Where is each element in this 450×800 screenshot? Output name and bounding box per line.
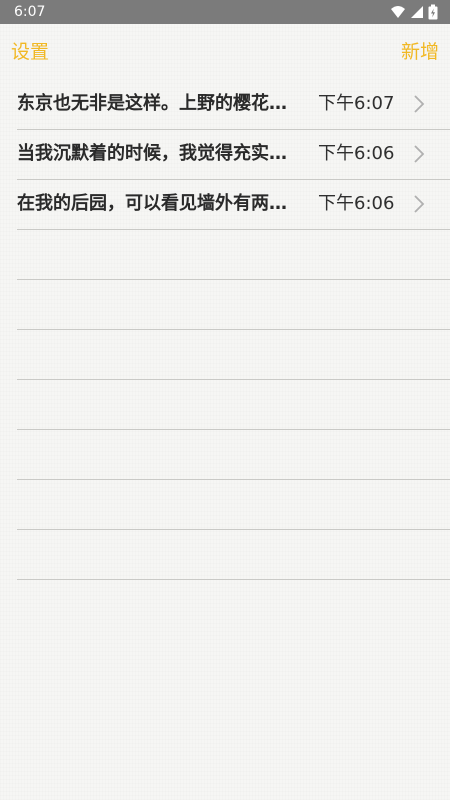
cellular-signal-icon: [410, 4, 424, 20]
empty-ruled-line: [17, 430, 450, 480]
wifi-icon: [390, 4, 406, 20]
note-row[interactable]: 在我的后园，可以看见墙外有两株树 下午6:06: [17, 180, 450, 230]
note-title: 在我的后园，可以看见墙外有两株树: [17, 193, 302, 214]
note-row[interactable]: 东京也无非是这样。上野的樱花烂熳的时节下午6:07: [17, 80, 450, 130]
note-list: 东京也无非是这样。上野的樱花烂熳的时节下午6:07当我沉默着的时候，我觉得充实；…: [17, 80, 450, 580]
note-row[interactable]: 当我沉默着的时候，我觉得充实；我将开口下午6:06: [17, 130, 450, 180]
settings-button[interactable]: 设置: [11, 40, 49, 64]
add-note-button[interactable]: 新增: [401, 40, 439, 64]
empty-ruled-line: [17, 480, 450, 530]
status-icons: [390, 4, 438, 20]
status-bar: 6:07: [0, 0, 450, 24]
status-time: 6:07: [14, 4, 46, 20]
empty-ruled-line: [17, 530, 450, 580]
chevron-right-icon: [413, 144, 425, 164]
note-time: 下午6:06: [318, 193, 395, 214]
chevron-right-icon: [413, 194, 425, 214]
empty-ruled-line: [17, 280, 450, 330]
empty-ruled-line: [17, 230, 450, 280]
empty-ruled-line: [17, 330, 450, 380]
note-title: 当我沉默着的时候，我觉得充实；我将开口: [17, 143, 302, 164]
chevron-right-icon: [413, 94, 425, 114]
note-time: 下午6:07: [318, 93, 395, 114]
note-time: 下午6:06: [318, 143, 395, 164]
note-title: 东京也无非是这样。上野的樱花烂熳的时节: [17, 93, 302, 114]
battery-charging-icon: [428, 4, 438, 20]
empty-ruled-line: [17, 380, 450, 430]
top-nav-bar: 设置 新增: [0, 24, 450, 82]
